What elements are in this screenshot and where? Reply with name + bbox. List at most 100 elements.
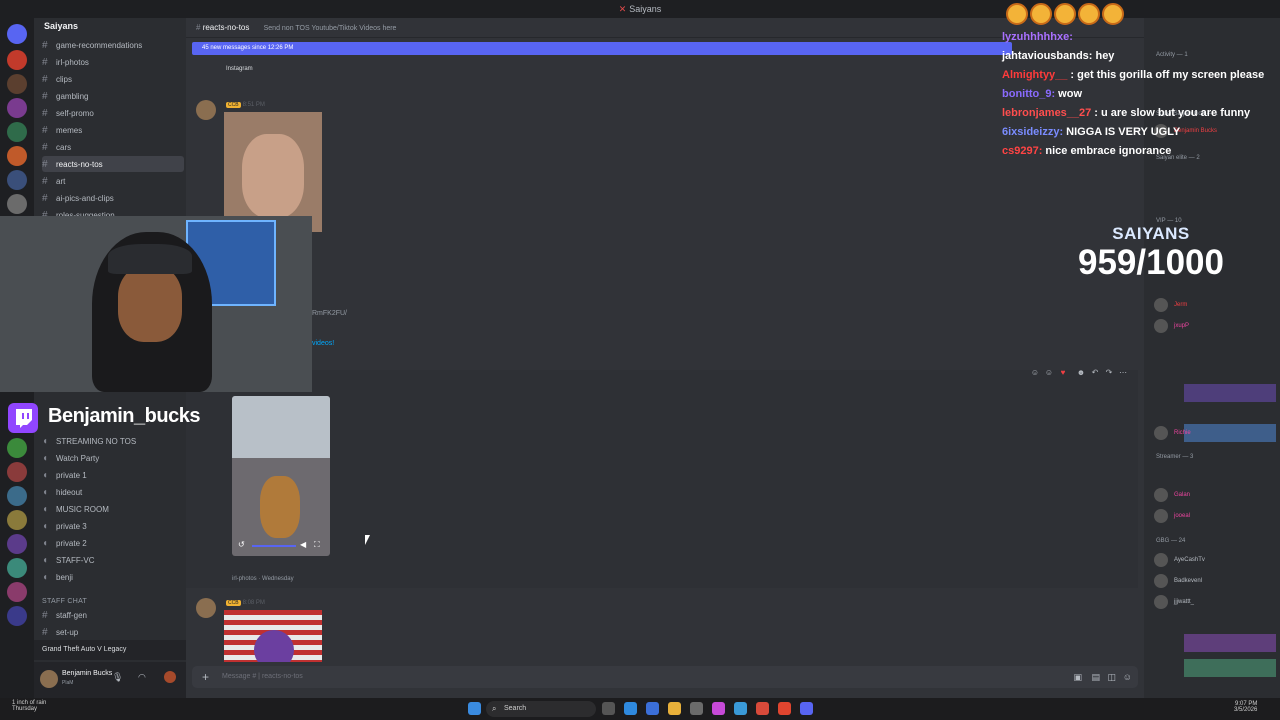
channel-item[interactable]: # set-up: [42, 624, 184, 640]
app-icon: ✕: [618, 4, 627, 14]
heart-icon[interactable]: ♥: [1058, 368, 1068, 378]
volume-icon[interactable]: ◀: [300, 540, 306, 549]
weather-widget[interactable]: 1 inch of rain Thursday: [12, 700, 46, 712]
emoji-react-icon[interactable]: ☺: [1044, 368, 1054, 378]
add-reaction-icon[interactable]: ☻: [1076, 368, 1086, 378]
message-time: 8:08 PM: [242, 600, 265, 606]
voice-channel[interactable]: ◖ Watch Party: [42, 450, 184, 466]
gift-icon[interactable]: ▣: [1073, 666, 1082, 688]
channel-item[interactable]: # irl-photos: [42, 54, 184, 70]
emote-icon: [1006, 3, 1028, 25]
video-embed[interactable]: ↺ ◀ ⛶: [232, 396, 330, 556]
weather-day: Thursday: [12, 706, 38, 712]
server-icon[interactable]: [7, 74, 27, 94]
more-icon[interactable]: ⋯: [1118, 368, 1128, 378]
server-icon[interactable]: [7, 194, 27, 214]
message-image[interactable]: [224, 610, 322, 662]
channel-item[interactable]: # cars: [42, 139, 184, 155]
app-icon[interactable]: [734, 702, 747, 715]
channel-item[interactable]: # self-promo: [42, 105, 184, 121]
clock-date: 3/5/2026: [1234, 707, 1258, 713]
taskbar-search[interactable]: ⌕ Search: [486, 701, 596, 717]
folder-icon[interactable]: [668, 702, 681, 715]
channel-item[interactable]: # gambling: [42, 88, 184, 104]
settings-icon[interactable]: [690, 702, 703, 715]
system-clock[interactable]: 9:07 PM 3/5/2026: [1234, 701, 1257, 713]
message-image[interactable]: [224, 112, 322, 232]
chat-line: lyzuhhhhhxe:: [1002, 31, 1073, 43]
link-fragment[interactable]: RmFK2FU/: [312, 310, 347, 317]
avatar[interactable]: [196, 100, 216, 120]
gif-icon[interactable]: ▤: [1091, 666, 1100, 688]
member-item[interactable]: Jerm: [1154, 298, 1187, 312]
emoji-icon[interactable]: ☺: [1123, 666, 1132, 688]
voice-channel[interactable]: ◖ benji: [42, 569, 184, 585]
server-icon[interactable]: [7, 558, 27, 578]
app-icon[interactable]: [756, 702, 769, 715]
home-icon[interactable]: [7, 24, 27, 44]
reply-icon[interactable]: ↶: [1090, 368, 1100, 378]
server-icon[interactable]: [7, 50, 27, 70]
server-icon[interactable]: [7, 510, 27, 530]
voice-channel[interactable]: ◖ MUSIC ROOM: [42, 501, 184, 517]
server-icon[interactable]: [7, 146, 27, 166]
video-progress[interactable]: [252, 545, 296, 547]
hash-icon: #: [42, 175, 48, 187]
member-item[interactable]: AyeCashTv: [1154, 553, 1205, 567]
headphones-icon[interactable]: ◠: [138, 672, 146, 683]
windows-start-icon[interactable]: [468, 702, 481, 715]
voice-channel[interactable]: ◖ hideout: [42, 484, 184, 500]
new-messages-bar[interactable]: 45 new messages since 12:26 PM: [192, 42, 1012, 55]
embed-label[interactable]: Instagram: [226, 66, 253, 72]
member-item[interactable]: Galan: [1154, 488, 1190, 502]
channel-item[interactable]: # art: [42, 173, 184, 189]
server-icon[interactable]: [7, 98, 27, 118]
member-item[interactable]: jjjwattt_: [1154, 595, 1194, 609]
voice-channel[interactable]: ◖ private 2: [42, 535, 184, 551]
gear-icon[interactable]: [164, 671, 176, 683]
server-icon[interactable]: [7, 486, 27, 506]
task-view-icon[interactable]: [602, 702, 615, 715]
app-icon[interactable]: [778, 702, 791, 715]
channel-item[interactable]: # ai-pics-and-clips: [42, 190, 184, 206]
voice-channel[interactable]: ◖ private 3: [42, 518, 184, 534]
discord-icon[interactable]: [800, 702, 813, 715]
channel-item[interactable]: # game-recommendations: [42, 37, 184, 53]
member-item[interactable]: jooeal: [1154, 509, 1190, 523]
server-icon[interactable]: [7, 122, 27, 142]
message-input[interactable]: + Message # | reacts-no-tos ▣ ▤ ◫ ☺: [192, 666, 1138, 688]
server-icon[interactable]: [7, 582, 27, 602]
channel-item[interactable]: # clips: [42, 71, 184, 87]
channel-item[interactable]: # memes: [42, 122, 184, 138]
app-icon[interactable]: [646, 702, 659, 715]
server-icon[interactable]: [7, 534, 27, 554]
member-item[interactable]: jxupP: [1154, 319, 1189, 333]
voice-channel[interactable]: ◖ STREAMING NO TOS: [42, 433, 184, 449]
avatar[interactable]: [196, 598, 216, 618]
voice-channel[interactable]: ◖ private 1: [42, 467, 184, 483]
server-icon[interactable]: [7, 462, 27, 482]
videos-link[interactable]: videos!: [312, 340, 334, 347]
voice-channel[interactable]: ◖ STAFF-VC: [42, 552, 184, 568]
edge-icon[interactable]: [624, 702, 637, 715]
channel-item[interactable]: # staff-gen: [42, 607, 184, 623]
app-icon[interactable]: [712, 702, 725, 715]
channel-item-selected[interactable]: # reacts-no-tos: [42, 156, 184, 172]
activity-panel[interactable]: Grand Theft Auto V Legacy: [34, 640, 186, 660]
member-item[interactable]: Richie: [1154, 426, 1191, 440]
server-icon[interactable]: [7, 438, 27, 458]
member-item[interactable]: Badkevenl: [1154, 574, 1202, 588]
server-name[interactable]: Saiyans: [44, 21, 78, 31]
plus-icon[interactable]: +: [202, 666, 209, 688]
fullscreen-icon[interactable]: ⛶: [314, 540, 320, 550]
server-icon[interactable]: [7, 606, 27, 626]
sticker-icon[interactable]: ◫: [1107, 666, 1116, 688]
chat-line: Almightyy__: get this gorilla off my scr…: [1002, 69, 1265, 81]
mic-icon[interactable]: 🎙: [112, 672, 123, 683]
replay-icon[interactable]: ↺: [238, 540, 245, 549]
video-caption[interactable]: irl-photos · Wednesday: [232, 576, 294, 582]
server-icon[interactable]: [7, 170, 27, 190]
avatar[interactable]: [40, 670, 58, 688]
forward-icon[interactable]: ↷: [1104, 368, 1114, 378]
emoji-react-icon[interactable]: ☺: [1030, 368, 1040, 378]
